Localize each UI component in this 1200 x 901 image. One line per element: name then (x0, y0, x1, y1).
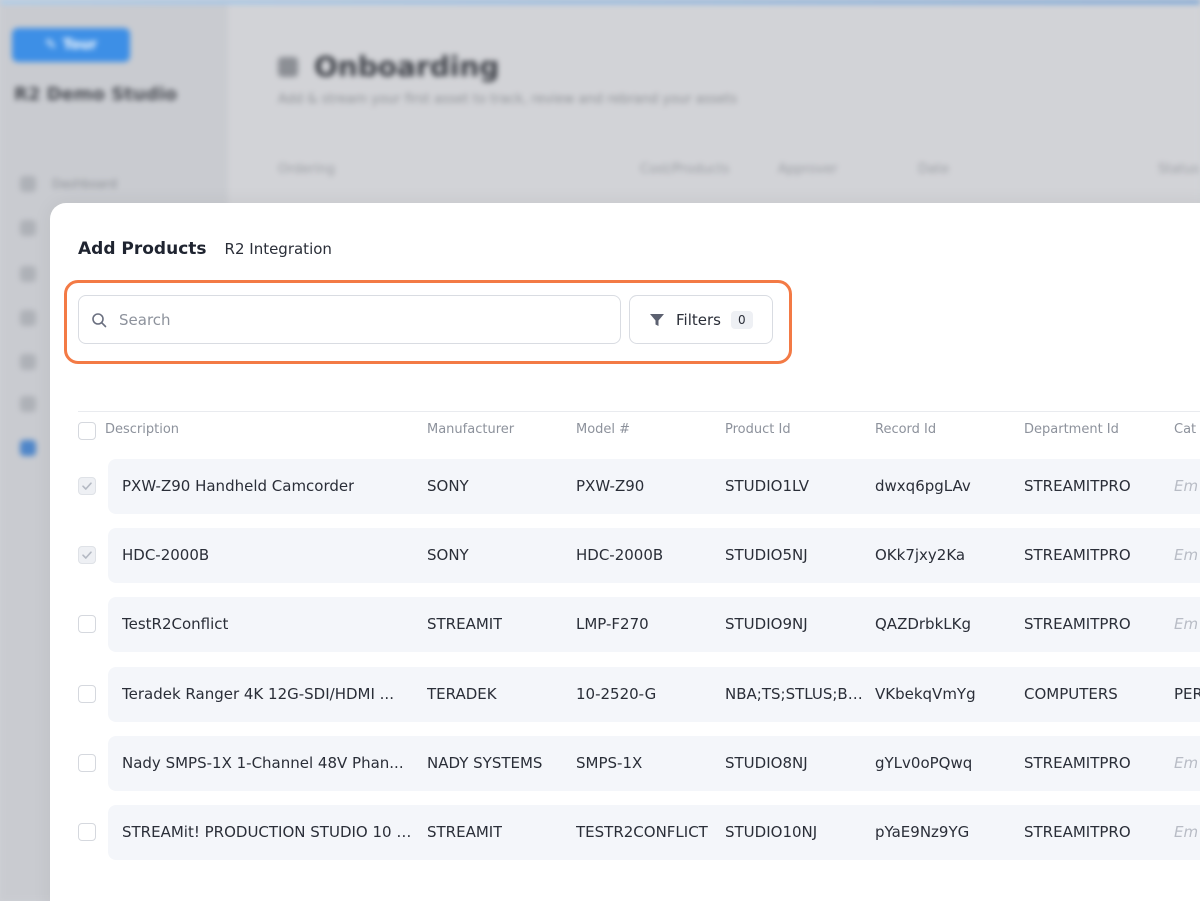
sidebar-item-dashboard[interactable]: Dashboard (20, 176, 117, 192)
sidebar-item[interactable] (20, 354, 36, 370)
cell-product-id: STUDIO1LV (725, 477, 809, 495)
table-row[interactable]: HDC-2000B SONY HDC-2000B STUDIO5NJ OKk7jxy2K… (108, 528, 1200, 583)
filters-count-badge: 0 (730, 310, 753, 329)
cell-description: TestR2Conflict (122, 615, 229, 633)
cell-department-id: STREAMITPRO (1024, 615, 1131, 633)
row-checkbox[interactable] (78, 823, 96, 841)
cell-department-id: STREAMITPRO (1024, 477, 1131, 495)
select-all-checkbox[interactable] (78, 422, 96, 440)
cell-record-id: VKbekqVmYg (875, 685, 976, 703)
pencil-icon: ✎ (45, 37, 57, 53)
page-title: Onboarding (278, 50, 499, 83)
row-checkbox[interactable] (78, 477, 96, 495)
cell-manufacturer: NADY SYSTEMS (427, 754, 543, 772)
cell-model: HDC-2000B (576, 546, 664, 564)
cell-department-id: STREAMITPRO (1024, 823, 1131, 841)
column-model[interactable]: Model # (576, 422, 630, 437)
filters-button[interactable]: Filters 0 (629, 295, 773, 344)
column-department-id[interactable]: Department Id (1024, 422, 1119, 437)
cell-manufacturer: STREAMIT (427, 823, 503, 841)
cell-category: Em (1174, 823, 1199, 841)
table-row[interactable]: PXW-Z90 Handheld Camcorder SONY PXW-Z90 STU… (108, 459, 1200, 514)
funnel-icon (650, 313, 664, 326)
sidebar-item[interactable] (20, 266, 36, 282)
filters-label: Filters (676, 310, 721, 329)
tab-r2-integration[interactable]: R2 Integration (225, 240, 332, 258)
cell-description: Teradek Ranger 4K 12G-SDI/HDMI ... (122, 685, 394, 703)
cell-model: PXW-Z90 (576, 477, 645, 495)
nav-icon (20, 310, 36, 326)
cell-description: Nady SMPS-1X 1-Channel 48V Phan... (122, 754, 404, 772)
cell-manufacturer: SONY (427, 546, 469, 564)
cell-department-id: STREAMITPRO (1024, 546, 1131, 564)
cell-category: Em (1174, 546, 1199, 564)
search-box[interactable] (78, 295, 621, 344)
studio-name: R2 Demo Studio (14, 84, 177, 105)
nav-icon (20, 266, 36, 282)
table-row[interactable]: STREAMit! PRODUCTION STUDIO 10 (... STREA… (108, 805, 1200, 860)
cell-record-id: OKk7jxy2Ka (875, 546, 966, 564)
cell-model: TESTR2CONFLICT (576, 823, 708, 841)
cell-record-id: gYLv0oPQwq (875, 754, 973, 772)
dashboard-icon (20, 176, 36, 192)
cell-product-id: STUDIO10NJ (725, 823, 818, 841)
nav-icon (20, 396, 36, 412)
check-icon (82, 482, 92, 490)
sidebar-item-active[interactable] (20, 440, 36, 456)
column-category[interactable]: Cat (1174, 422, 1196, 437)
nav-icon (20, 354, 36, 370)
cell-category: Em (1174, 754, 1199, 772)
cell-department-id: COMPUTERS (1024, 685, 1118, 703)
check-icon (82, 551, 92, 559)
cell-product-id: NBA;TS;STLUS;BL... (725, 685, 863, 703)
page-subtitle: Add & stream your first asset to track, … (278, 92, 738, 107)
onboarding-icon (278, 56, 298, 77)
cell-manufacturer: TERADEK (427, 685, 497, 703)
modal-tabs: Add Products R2 Integration (78, 239, 332, 259)
cell-description: STREAMit! PRODUCTION STUDIO 10 (... (122, 823, 414, 841)
cell-record-id: dwxq6pgLAv (875, 477, 971, 495)
column-product-id[interactable]: Product Id (725, 422, 791, 437)
table-row[interactable]: Teradek Ranger 4K 12G-SDI/HDMI ... TERADE… (108, 667, 1200, 722)
cell-description: HDC-2000B (122, 546, 210, 564)
cell-description: PXW-Z90 Handheld Camcorder (122, 477, 355, 495)
table-row[interactable]: TestR2Conflict STREAMIT LMP-F270 STUDIO9NJ Q… (108, 597, 1200, 652)
table-row[interactable]: Nady SMPS-1X 1-Channel 48V Phan... NADY S… (108, 736, 1200, 791)
row-checkbox[interactable] (78, 546, 96, 564)
cell-category: Em (1174, 477, 1199, 495)
column-record-id[interactable]: Record Id (875, 422, 936, 437)
divider (78, 411, 1200, 412)
sidebar-item[interactable] (20, 220, 36, 236)
search-input[interactable] (119, 310, 599, 329)
cell-product-id: STUDIO9NJ (725, 615, 808, 633)
column-manufacturer[interactable]: Manufacturer (427, 422, 514, 437)
nav-icon (20, 220, 36, 236)
tab-add-products[interactable]: Add Products (78, 239, 207, 259)
row-checkbox[interactable] (78, 615, 96, 633)
cell-manufacturer: SONY (427, 477, 469, 495)
column-description[interactable]: Description (105, 422, 179, 437)
search-icon (92, 312, 107, 327)
cell-product-id: STUDIO8NJ (725, 754, 808, 772)
app-logo: ✎ Tour (12, 28, 130, 62)
cell-record-id: QAZDrbkLKg (875, 615, 971, 633)
nav-icon (20, 440, 36, 456)
cell-department-id: STREAMITPRO (1024, 754, 1131, 772)
cell-model: LMP-F270 (576, 615, 649, 633)
cell-category: PER (1174, 685, 1200, 703)
cell-record-id: pYaE9Nz9YG (875, 823, 970, 841)
cell-manufacturer: STREAMIT (427, 615, 503, 633)
cell-model: SMPS-1X (576, 754, 643, 772)
cell-model: 10-2520-G (576, 685, 657, 703)
sidebar-item[interactable] (20, 396, 36, 412)
sidebar-item[interactable] (20, 310, 36, 326)
cell-product-id: STUDIO5NJ (725, 546, 808, 564)
table-header: Description Manufacturer Model # Product… (78, 421, 1200, 443)
app-logo-text: Tour (62, 37, 97, 53)
cell-category: Em (1174, 615, 1199, 633)
row-checkbox[interactable] (78, 754, 96, 772)
row-checkbox[interactable] (78, 685, 96, 703)
add-products-modal: Add Products R2 Integration Filters 0 De… (50, 203, 1200, 901)
